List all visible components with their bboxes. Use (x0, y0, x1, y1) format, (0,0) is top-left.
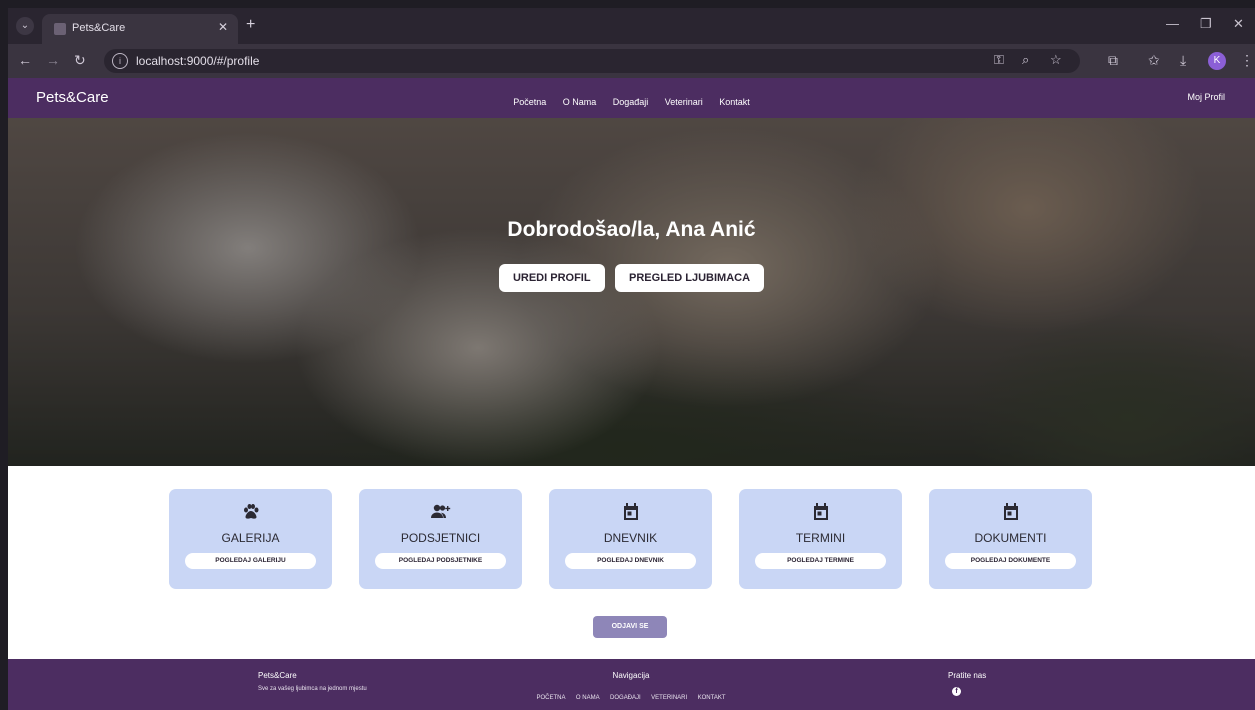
card-title: PODSJETNICI (400, 531, 481, 545)
download-icon[interactable]: ⤓ (1180, 52, 1186, 69)
card-documents: DOKUMENTI POGLEDAJ DOKUMENTE (929, 489, 1092, 589)
browser-tab[interactable]: Pets&Care ✕ (42, 14, 238, 44)
extensions-icon[interactable]: ⧉ (1108, 52, 1118, 69)
view-gallery-button[interactable]: POGLEDAJ GALERIJU (185, 553, 316, 569)
card-gallery: GALERIJA POGLEDAJ GALERIJU (169, 489, 332, 589)
calendar-icon (929, 503, 1092, 521)
profile-cards: GALERIJA POGLEDAJ GALERIJU PODSJETNICI P… (169, 489, 1099, 597)
footer-nav-links: POČETNA O NAMA DOGAĐAJI VETERINARI KONTA… (526, 686, 736, 704)
address-bar-row: ← → ↻ i localhost:9000/#/profile ⚿ ⌕ ☆ ⧉… (8, 44, 1255, 78)
favorites-icon[interactable]: ✩ (1148, 52, 1160, 69)
close-window-icon[interactable]: ✕ (1233, 16, 1244, 32)
card-diary: DNEVNIK POGLEDAJ DNEVNIK (549, 489, 712, 589)
nav-link-my-profile[interactable]: Moj Profil (1187, 92, 1225, 102)
footer-link-events[interactable]: DOGAĐAJI (610, 695, 641, 701)
view-documents-button[interactable]: POGLEDAJ DOKUMENTE (945, 553, 1076, 569)
view-reminders-button[interactable]: POGLEDAJ PODSJETNIKE (375, 553, 506, 569)
footer-follow-title: Pratite nas (948, 671, 987, 680)
nav-links: Početna O Nama Događaji Veterinari Konta… (8, 92, 1255, 110)
footer-tagline: Sve za vašeg ljubimca na jednom mjestu (258, 686, 367, 692)
site-navbar: Pets&Care Početna O Nama Događaji Veteri… (8, 78, 1255, 118)
new-tab-icon[interactable]: + (246, 16, 255, 34)
view-appointments-button[interactable]: POGLEDAJ TERMINE (755, 553, 886, 569)
close-tab-icon[interactable]: ✕ (218, 20, 228, 34)
favicon-icon (54, 23, 66, 35)
tab-search-icon[interactable]: ⌄ (16, 17, 34, 35)
back-icon[interactable]: ← (18, 52, 32, 68)
facebook-icon[interactable]: f (952, 687, 961, 696)
zoom-icon[interactable]: ⌕ (1022, 52, 1029, 68)
footer-brand-col: Pets&Care Sve za vašeg ljubimca na jedno… (258, 671, 367, 692)
card-title: DNEVNIK (603, 531, 658, 545)
footer-link-contact[interactable]: KONTAKT (698, 695, 726, 701)
site-info-icon[interactable]: i (112, 53, 128, 69)
hero-banner: Dobrodošao/la, Ana Anić UREDI PROFIL PRE… (8, 118, 1255, 466)
footer-link-vets[interactable]: VETERINARI (651, 695, 687, 701)
footer-nav-col: Navigacija POČETNA O NAMA DOGAĐAJI VETER… (526, 671, 736, 704)
card-appointments: TERMINI POGLEDAJ TERMINE (739, 489, 902, 589)
card-title: DOKUMENTI (974, 531, 1047, 545)
calendar-icon (549, 503, 712, 521)
card-title: TERMINI (795, 531, 846, 545)
user-plus-icon (359, 503, 522, 521)
bookmark-star-icon[interactable]: ☆ (1050, 52, 1062, 68)
tab-title: Pets&Care (72, 22, 126, 34)
menu-kebab-icon[interactable]: ⋮ (1240, 52, 1254, 69)
hero-overlay (8, 118, 1255, 466)
browser-window: ⌄ Pets&Care ✕ + — ❐ ✕ ← → ↻ i localhost:… (8, 8, 1255, 710)
url-field[interactable]: i localhost:9000/#/profile ⚿ ⌕ ☆ (104, 49, 1080, 73)
nav-link-about[interactable]: O Nama (563, 97, 597, 107)
welcome-title: Dobrodošao/la, Ana Anić (507, 218, 756, 241)
nav-link-events[interactable]: Događaji (613, 97, 649, 107)
hero-buttons: UREDI PROFIL PREGLED LJUBIMACA (8, 264, 1255, 292)
calendar-icon (739, 503, 902, 521)
tab-bar: ⌄ Pets&Care ✕ + — ❐ ✕ (8, 8, 1255, 44)
footer-follow-col: Pratite nas f (948, 671, 986, 698)
nav-link-vets[interactable]: Veterinari (665, 97, 703, 107)
footer-brand: Pets&Care (258, 671, 297, 680)
view-pets-button[interactable]: PREGLED LJUBIMACA (615, 264, 765, 292)
nav-link-contact[interactable]: Kontakt (719, 97, 750, 107)
card-title: GALERIJA (221, 531, 280, 545)
nav-link-home[interactable]: Početna (513, 97, 546, 107)
password-key-icon[interactable]: ⚿ (994, 52, 1004, 68)
site-footer: Pets&Care Sve za vašeg ljubimca na jedno… (8, 659, 1255, 710)
restore-icon[interactable]: ❐ (1200, 16, 1212, 32)
forward-icon[interactable]: → (46, 52, 60, 68)
view-diary-button[interactable]: POGLEDAJ DNEVNIK (565, 553, 696, 569)
browser-profile-avatar[interactable]: K (1208, 52, 1226, 70)
footer-link-about[interactable]: O NAMA (576, 695, 600, 701)
footer-link-home[interactable]: POČETNA (536, 695, 565, 701)
reload-icon[interactable]: ↻ (74, 52, 86, 69)
footer-nav-title: Navigacija (612, 671, 650, 680)
edit-profile-button[interactable]: UREDI PROFIL (498, 264, 605, 292)
paw-icon (169, 503, 332, 521)
url-text: localhost:9000/#/profile (136, 54, 260, 68)
card-reminders: PODSJETNICI POGLEDAJ PODSJETNIKE (359, 489, 522, 589)
logout-button[interactable]: ODJAVI SE (593, 616, 667, 638)
minimize-icon[interactable]: — (1166, 16, 1179, 31)
